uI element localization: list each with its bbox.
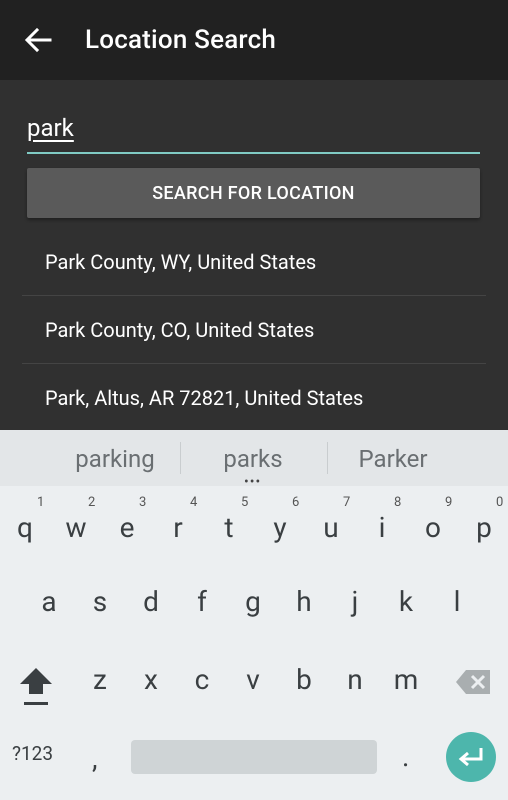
key-hint: 1 xyxy=(37,495,45,510)
enter-key[interactable] xyxy=(446,732,496,782)
shift-icon[interactable] xyxy=(16,662,56,712)
key-hint: 9 xyxy=(445,495,453,510)
key-h[interactable]: h xyxy=(279,572,329,632)
search-for-location-button[interactable]: SEARCH FOR LOCATION xyxy=(27,168,480,218)
key-s[interactable]: s xyxy=(75,572,125,632)
search-input[interactable] xyxy=(27,106,480,150)
result-item[interactable]: Park County, CO, United States xyxy=(22,296,486,364)
suggestion-parker[interactable]: Parker xyxy=(338,430,448,486)
key-k[interactable]: k xyxy=(381,572,431,632)
suggestion-strip: parking parks Parker ••• xyxy=(0,430,508,489)
enter-icon xyxy=(458,748,483,767)
comma-key[interactable]: , xyxy=(92,742,98,775)
key-c[interactable]: c xyxy=(177,650,227,710)
symbols-key[interactable]: ?123 xyxy=(12,742,53,765)
key-hint: 7 xyxy=(343,495,351,510)
space-bar[interactable] xyxy=(131,740,377,774)
key-hint: 0 xyxy=(496,495,504,510)
result-item[interactable]: Park County, WY, United States xyxy=(22,228,486,296)
page-title: Location Search xyxy=(85,25,277,55)
key-b[interactable]: b xyxy=(279,650,329,710)
key-v[interactable]: v xyxy=(228,650,278,710)
key-d[interactable]: d xyxy=(126,572,176,632)
key-f[interactable]: f xyxy=(177,572,227,632)
suggestion-divider xyxy=(180,442,181,474)
key-m[interactable]: m xyxy=(381,650,431,710)
search-field[interactable] xyxy=(27,106,480,154)
soft-keyboard: parking parks Parker ••• q w e r t y u i… xyxy=(0,430,508,800)
app-bar: Location Search xyxy=(0,0,508,80)
key-n[interactable]: n xyxy=(330,650,380,710)
key-hint: 2 xyxy=(88,495,96,510)
key-hint: 3 xyxy=(139,495,147,510)
main-content: SEARCH FOR LOCATION Park County, WY, Uni… xyxy=(0,80,508,430)
key-l[interactable]: l xyxy=(432,572,482,632)
more-suggestions-icon[interactable]: ••• xyxy=(244,475,261,489)
results-list: Park County, WY, United States Park Coun… xyxy=(22,228,486,430)
key-hint: 4 xyxy=(190,495,198,510)
key-hint: 8 xyxy=(394,495,402,510)
key-g[interactable]: g xyxy=(228,572,278,632)
key-hint: 6 xyxy=(292,495,300,510)
key-hint: 5 xyxy=(241,495,249,510)
key-z[interactable]: z xyxy=(75,650,125,710)
key-x[interactable]: x xyxy=(126,650,176,710)
key-a[interactable]: a xyxy=(24,572,74,632)
key-j[interactable]: j xyxy=(330,572,380,632)
suggestion-parking[interactable]: parking xyxy=(60,430,170,486)
result-item[interactable]: Park, Altus, AR 72821, United States xyxy=(22,364,486,430)
back-arrow-icon[interactable] xyxy=(20,22,56,58)
suggestion-divider xyxy=(327,442,328,474)
backspace-icon[interactable] xyxy=(454,666,494,698)
period-key[interactable]: . xyxy=(402,740,409,773)
